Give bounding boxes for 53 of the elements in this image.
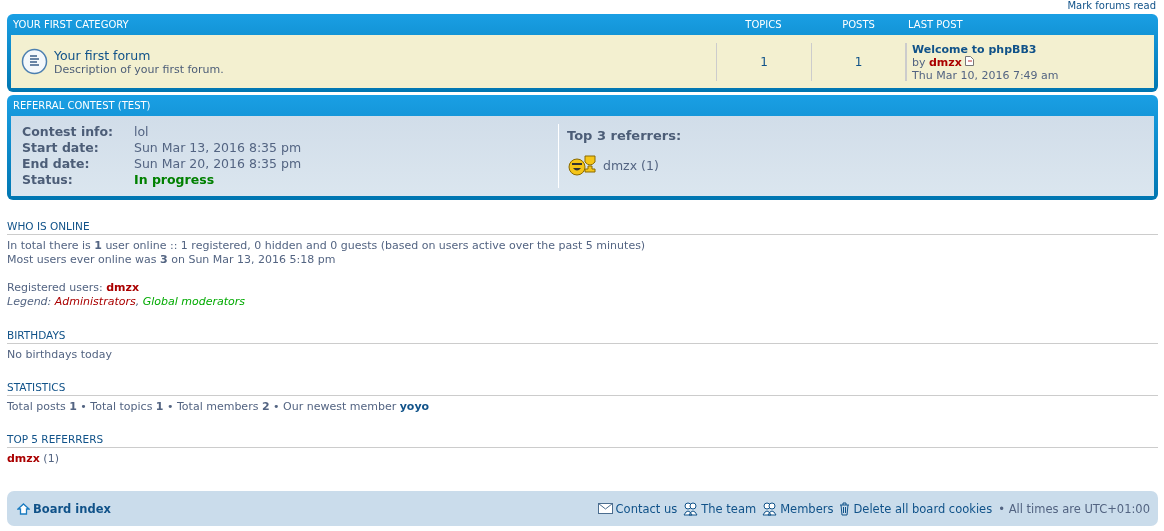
home-icon [17, 502, 30, 515]
referrer-entry: dmzx (1) [603, 157, 659, 173]
user-link[interactable]: dmzx [106, 281, 140, 294]
topics-count: 1 [716, 42, 811, 81]
forum-title[interactable]: Your first forum [54, 47, 224, 63]
users-icon [683, 501, 699, 516]
footer-link[interactable]: The team [683, 501, 757, 516]
posts-count: 1 [811, 42, 906, 81]
timezone-text: • All times are UTC+01:00 [998, 501, 1150, 516]
field-label: Status: [22, 172, 74, 188]
referral-count: (1) [43, 452, 59, 465]
online-info-text: Most users ever online was 3 on Sun Mar 13, 2016 5:18 pm [7, 253, 337, 267]
newest-member-link[interactable]: yoyo [399, 400, 430, 413]
section-heading: STATISTICS [7, 381, 1158, 396]
post-time: Thu Mar 10, 2016 7:49 am [912, 68, 1059, 82]
by-label: by [912, 55, 926, 69]
column-header: LAST POST [907, 19, 964, 30]
birthdays-text: No birthdays today [7, 348, 114, 362]
column-header: TOPICS [744, 19, 783, 30]
field-value: Sun Mar 13, 2016 8:35 pm [134, 140, 303, 156]
field-value: Sun Mar 20, 2016 8:35 pm [134, 156, 303, 172]
footer-link[interactable]: Contact us [597, 501, 678, 516]
online-info-text: In total there is 1 user online :: 1 registered, 0 hidden and 0 guests (based on users active over the past 5 minutes) [7, 239, 647, 253]
section-heading: WHO IS ONLINE [7, 220, 1158, 235]
field-value: lol [134, 124, 150, 140]
comma: , [135, 295, 141, 308]
section-heading: TOP 5 REFERRERS [7, 433, 1158, 448]
legend-label: Legend: [7, 295, 52, 308]
users-icon [762, 501, 778, 516]
contest-title: REFERRAL CONTEST (TEST) [12, 100, 152, 111]
view-post-icon[interactable] [965, 55, 975, 66]
trophy-smiley-icon [567, 154, 599, 176]
footer-link[interactable]: Delete all board cookies [839, 501, 993, 516]
footer-link[interactable]: Members [762, 501, 834, 516]
mark-forums-read-link[interactable]: Mark forums read [1067, 0, 1156, 12]
field-label: Contest info: [22, 124, 115, 140]
forum-description: Description of your first forum. [54, 62, 224, 76]
referrer-link[interactable]: dmzx [7, 452, 40, 465]
envelope-icon [597, 503, 613, 514]
forum-read-icon [21, 48, 48, 75]
top-referrers-heading: Top 3 referrers: [567, 128, 683, 144]
trash-icon [839, 501, 851, 516]
field-label: Start date: [22, 140, 100, 156]
field-label: End date: [22, 156, 91, 172]
section-heading: BIRTHDAYS [7, 329, 1158, 344]
last-post-title[interactable]: Welcome to phpBB3 [912, 42, 1037, 56]
author-link[interactable]: dmzx [929, 55, 962, 69]
column-header: POSTS [841, 19, 876, 30]
registered-users-label: Registered users: [7, 281, 103, 294]
board-index-link[interactable]: Board index [17, 501, 111, 516]
statistics-text: Total posts 1 • Total topics 1 • Total members 2 • Our newest member [7, 400, 397, 413]
status-value: In progress [134, 172, 216, 188]
group-link[interactable]: Administrators [54, 295, 136, 308]
